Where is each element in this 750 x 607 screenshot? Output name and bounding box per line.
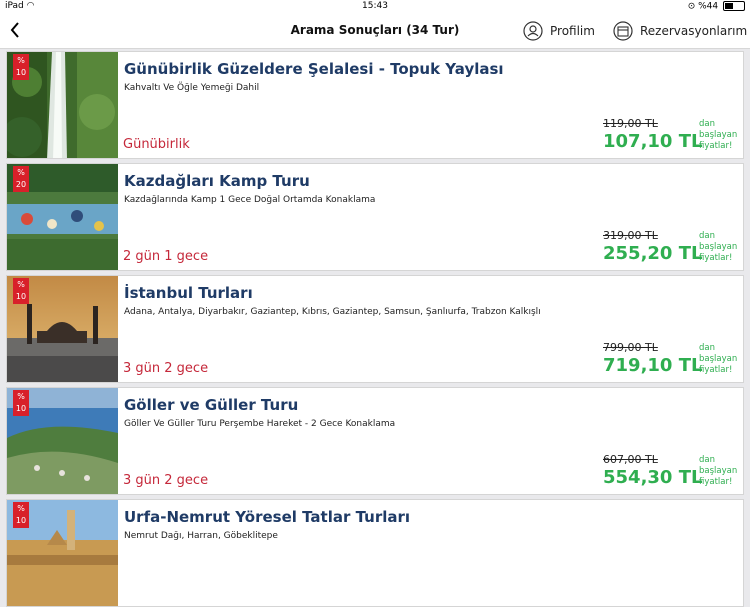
profile-label: Profilim — [550, 24, 595, 38]
battery-percent: %44 — [698, 1, 719, 12]
old-price: 119,00 TL — [603, 117, 658, 130]
reservations-label: Rezervasyonlarım — [640, 24, 748, 38]
old-price: 799,00 TL — [603, 341, 658, 354]
tour-card-1[interactable]: % 20 Kazdağları Kamp Turu Kazdağlarında … — [6, 163, 744, 271]
user-icon — [523, 21, 543, 41]
tour-title: Urfa-Nemrut Yöresel Tatlar Turları — [124, 508, 411, 526]
navigation-bar: Arama Sonuçları (34 Tur) Profilim Rezerv… — [0, 14, 750, 49]
tour-duration: 3 gün 2 gece — [123, 473, 209, 488]
discount-badge: % 10 — [13, 54, 29, 80]
profile-button[interactable]: Profilim — [523, 20, 595, 42]
tour-description: Kazdağlarında Kamp 1 Gece Doğal Ortamda … — [124, 195, 376, 205]
tour-description: Göller Ve Güller Turu Perşembe Hareket -… — [124, 419, 396, 429]
reservations-button[interactable]: Rezervasyonlarım — [613, 20, 747, 42]
discounted-price: 255,20 TL — [603, 243, 703, 264]
old-price: 607,00 TL — [603, 453, 658, 466]
tour-duration: 2 gün 1 gece — [123, 249, 209, 264]
tour-description: Adana, Antalya, Diyarbakır, Gaziantep, K… — [124, 307, 541, 317]
price-note: dan başlayan fiyatlar! — [699, 119, 738, 151]
tour-duration: Günübirlik — [123, 137, 190, 152]
status-time: 15:43 — [362, 1, 388, 11]
tour-card-2[interactable]: % 10 İstanbul Turları Adana, Antalya, Di… — [6, 275, 744, 383]
battery-icon — [723, 1, 745, 11]
price-note: dan başlayan fiyatlar! — [699, 343, 738, 375]
price-note: dan başlayan fiyatlar! — [699, 455, 738, 487]
tour-description: Kahvaltı Ve Öğle Yemeği Dahil — [124, 83, 260, 93]
discounted-price: 719,10 TL — [603, 355, 703, 376]
price-note: dan başlayan fiyatlar! — [699, 231, 738, 263]
rotation-lock-icon: ⊙ — [687, 1, 696, 12]
tour-card-3[interactable]: % 10 Göller ve Güller Turu Göller Ve Gül… — [6, 387, 744, 495]
tour-duration: 3 gün 2 gece — [123, 361, 209, 376]
discounted-price: 107,10 TL — [603, 131, 703, 152]
tour-card-0[interactable]: % 10 Günübirlik Güzeldere Şelalesi - Top… — [6, 51, 744, 159]
calendar-icon — [613, 21, 633, 41]
status-bar: iPad ◠ 15:43 ⊙ %44 — [0, 0, 750, 14]
tour-card-4[interactable]: % 10 Urfa-Nemrut Yöresel Tatlar Turları … — [6, 499, 744, 607]
discount-badge: % 10 — [13, 390, 29, 416]
tour-title: Kazdağları Kamp Turu — [124, 172, 310, 190]
tour-title: Günübirlik Güzeldere Şelalesi - Topuk Ya… — [124, 60, 504, 78]
tour-description: Nemrut Dağı, Harran, Göbeklitepe — [124, 531, 278, 541]
status-right: ⊙ %44 — [688, 1, 745, 12]
tour-title: İstanbul Turları — [124, 284, 253, 302]
discount-badge: % 10 — [13, 502, 29, 528]
tour-title: Göller ve Güller Turu — [124, 396, 299, 414]
old-price: 319,00 TL — [603, 229, 658, 242]
discount-badge: % 10 — [13, 278, 29, 304]
discounted-price: 554,30 TL — [603, 467, 703, 488]
discount-badge: % 20 — [13, 166, 29, 192]
